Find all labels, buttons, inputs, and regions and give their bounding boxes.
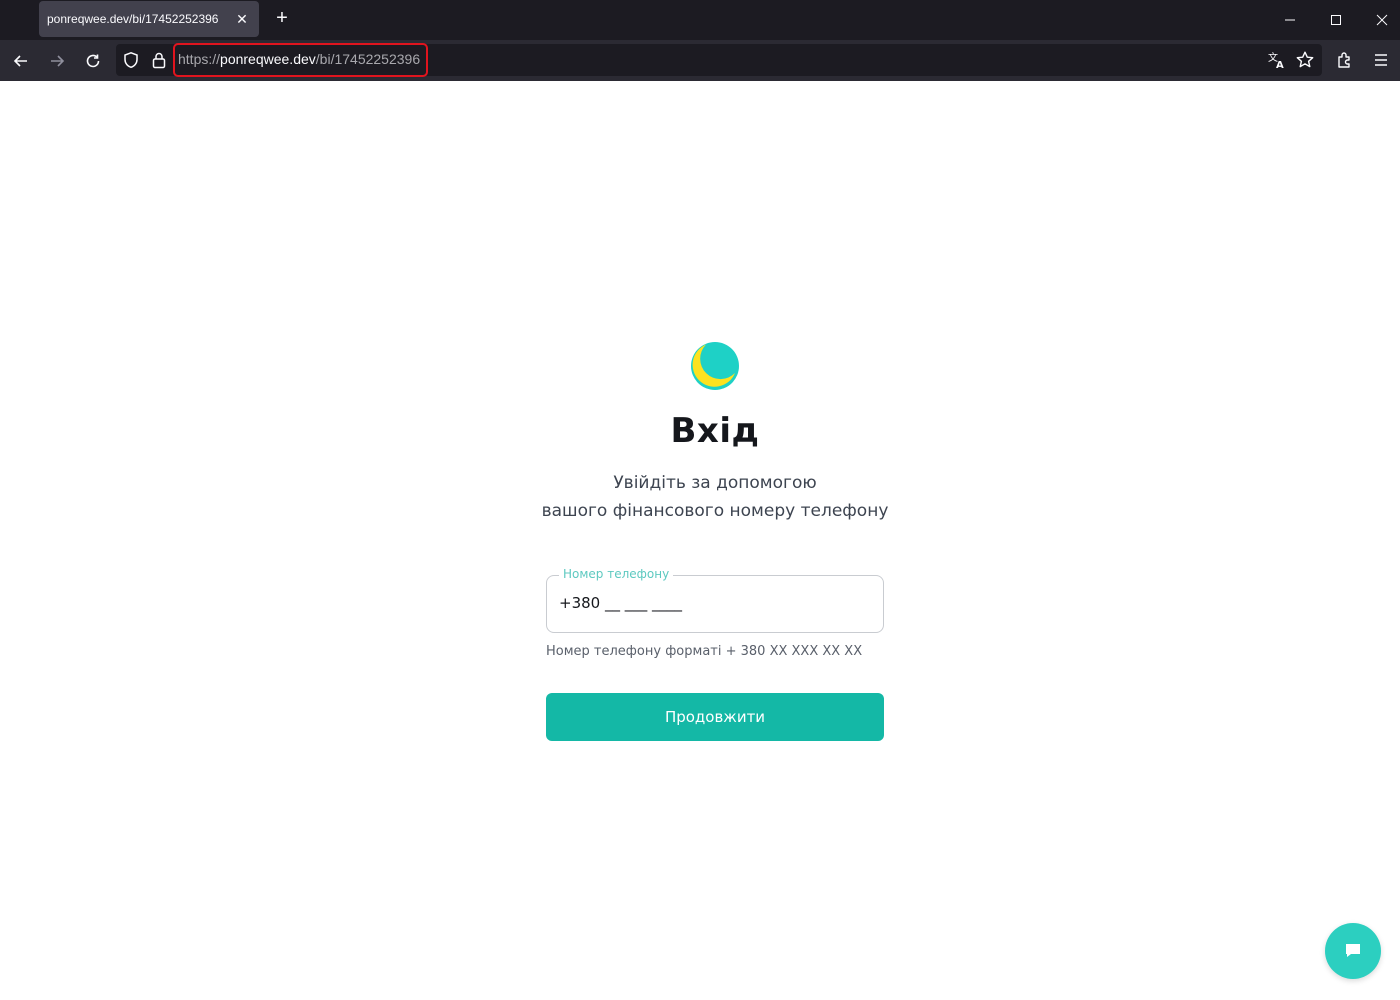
browser-titlebar: ponreqwee.dev/bi/17452252396 ✕ + xyxy=(0,0,1400,40)
translate-icon[interactable]: 文A xyxy=(1267,50,1289,72)
browser-tab[interactable]: ponreqwee.dev/bi/17452252396 ✕ xyxy=(39,1,259,37)
tab-title: ponreqwee.dev/bi/17452252396 xyxy=(47,12,219,26)
close-icon xyxy=(1376,14,1388,26)
phone-field-label: Номер телефону xyxy=(559,567,674,581)
continue-button[interactable]: Продовжити xyxy=(546,693,884,741)
maximize-icon xyxy=(1331,15,1341,25)
svg-text:A: A xyxy=(1276,60,1284,70)
forward-button[interactable] xyxy=(44,48,70,74)
reload-icon xyxy=(86,54,100,68)
subtitle-line: вашого фінансового номеру телефону xyxy=(541,501,889,521)
forward-arrow-icon xyxy=(51,55,65,67)
back-button[interactable] xyxy=(8,48,34,74)
chat-button[interactable] xyxy=(1325,923,1381,979)
subtitle-line: Увійдіть за допомогою xyxy=(613,473,817,493)
phone-field[interactable]: Номер телефону xyxy=(546,567,884,633)
url-highlight-box xyxy=(173,43,428,77)
minimize-icon xyxy=(1285,19,1295,21)
maximize-button[interactable] xyxy=(1324,8,1348,32)
phone-input[interactable] xyxy=(559,594,859,612)
close-window-button[interactable] xyxy=(1370,8,1394,32)
phone-helper-text: Номер телефону форматі + 380 XX XXX XX X… xyxy=(546,644,863,659)
back-arrow-icon xyxy=(13,55,27,67)
page-subtitle: Увійдіть за допомогою вашого фінансового… xyxy=(0,469,1400,525)
new-tab-button[interactable]: + xyxy=(270,6,294,30)
chat-bubble-icon xyxy=(1346,944,1360,957)
bookmark-star-icon[interactable] xyxy=(1295,50,1317,72)
reload-button[interactable] xyxy=(80,48,106,74)
tab-close-icon[interactable]: ✕ xyxy=(233,10,251,28)
menu-hamburger-icon[interactable] xyxy=(1371,50,1393,72)
lock-icon[interactable] xyxy=(151,51,169,71)
shield-icon[interactable] xyxy=(122,51,142,71)
extensions-icon[interactable] xyxy=(1335,50,1357,72)
brand-logo xyxy=(690,341,740,391)
page-content: Вхід Увійдіть за допомогою вашого фінанс… xyxy=(0,81,1400,1000)
page-title: Вхід xyxy=(670,411,760,451)
minimize-button[interactable] xyxy=(1278,8,1302,32)
